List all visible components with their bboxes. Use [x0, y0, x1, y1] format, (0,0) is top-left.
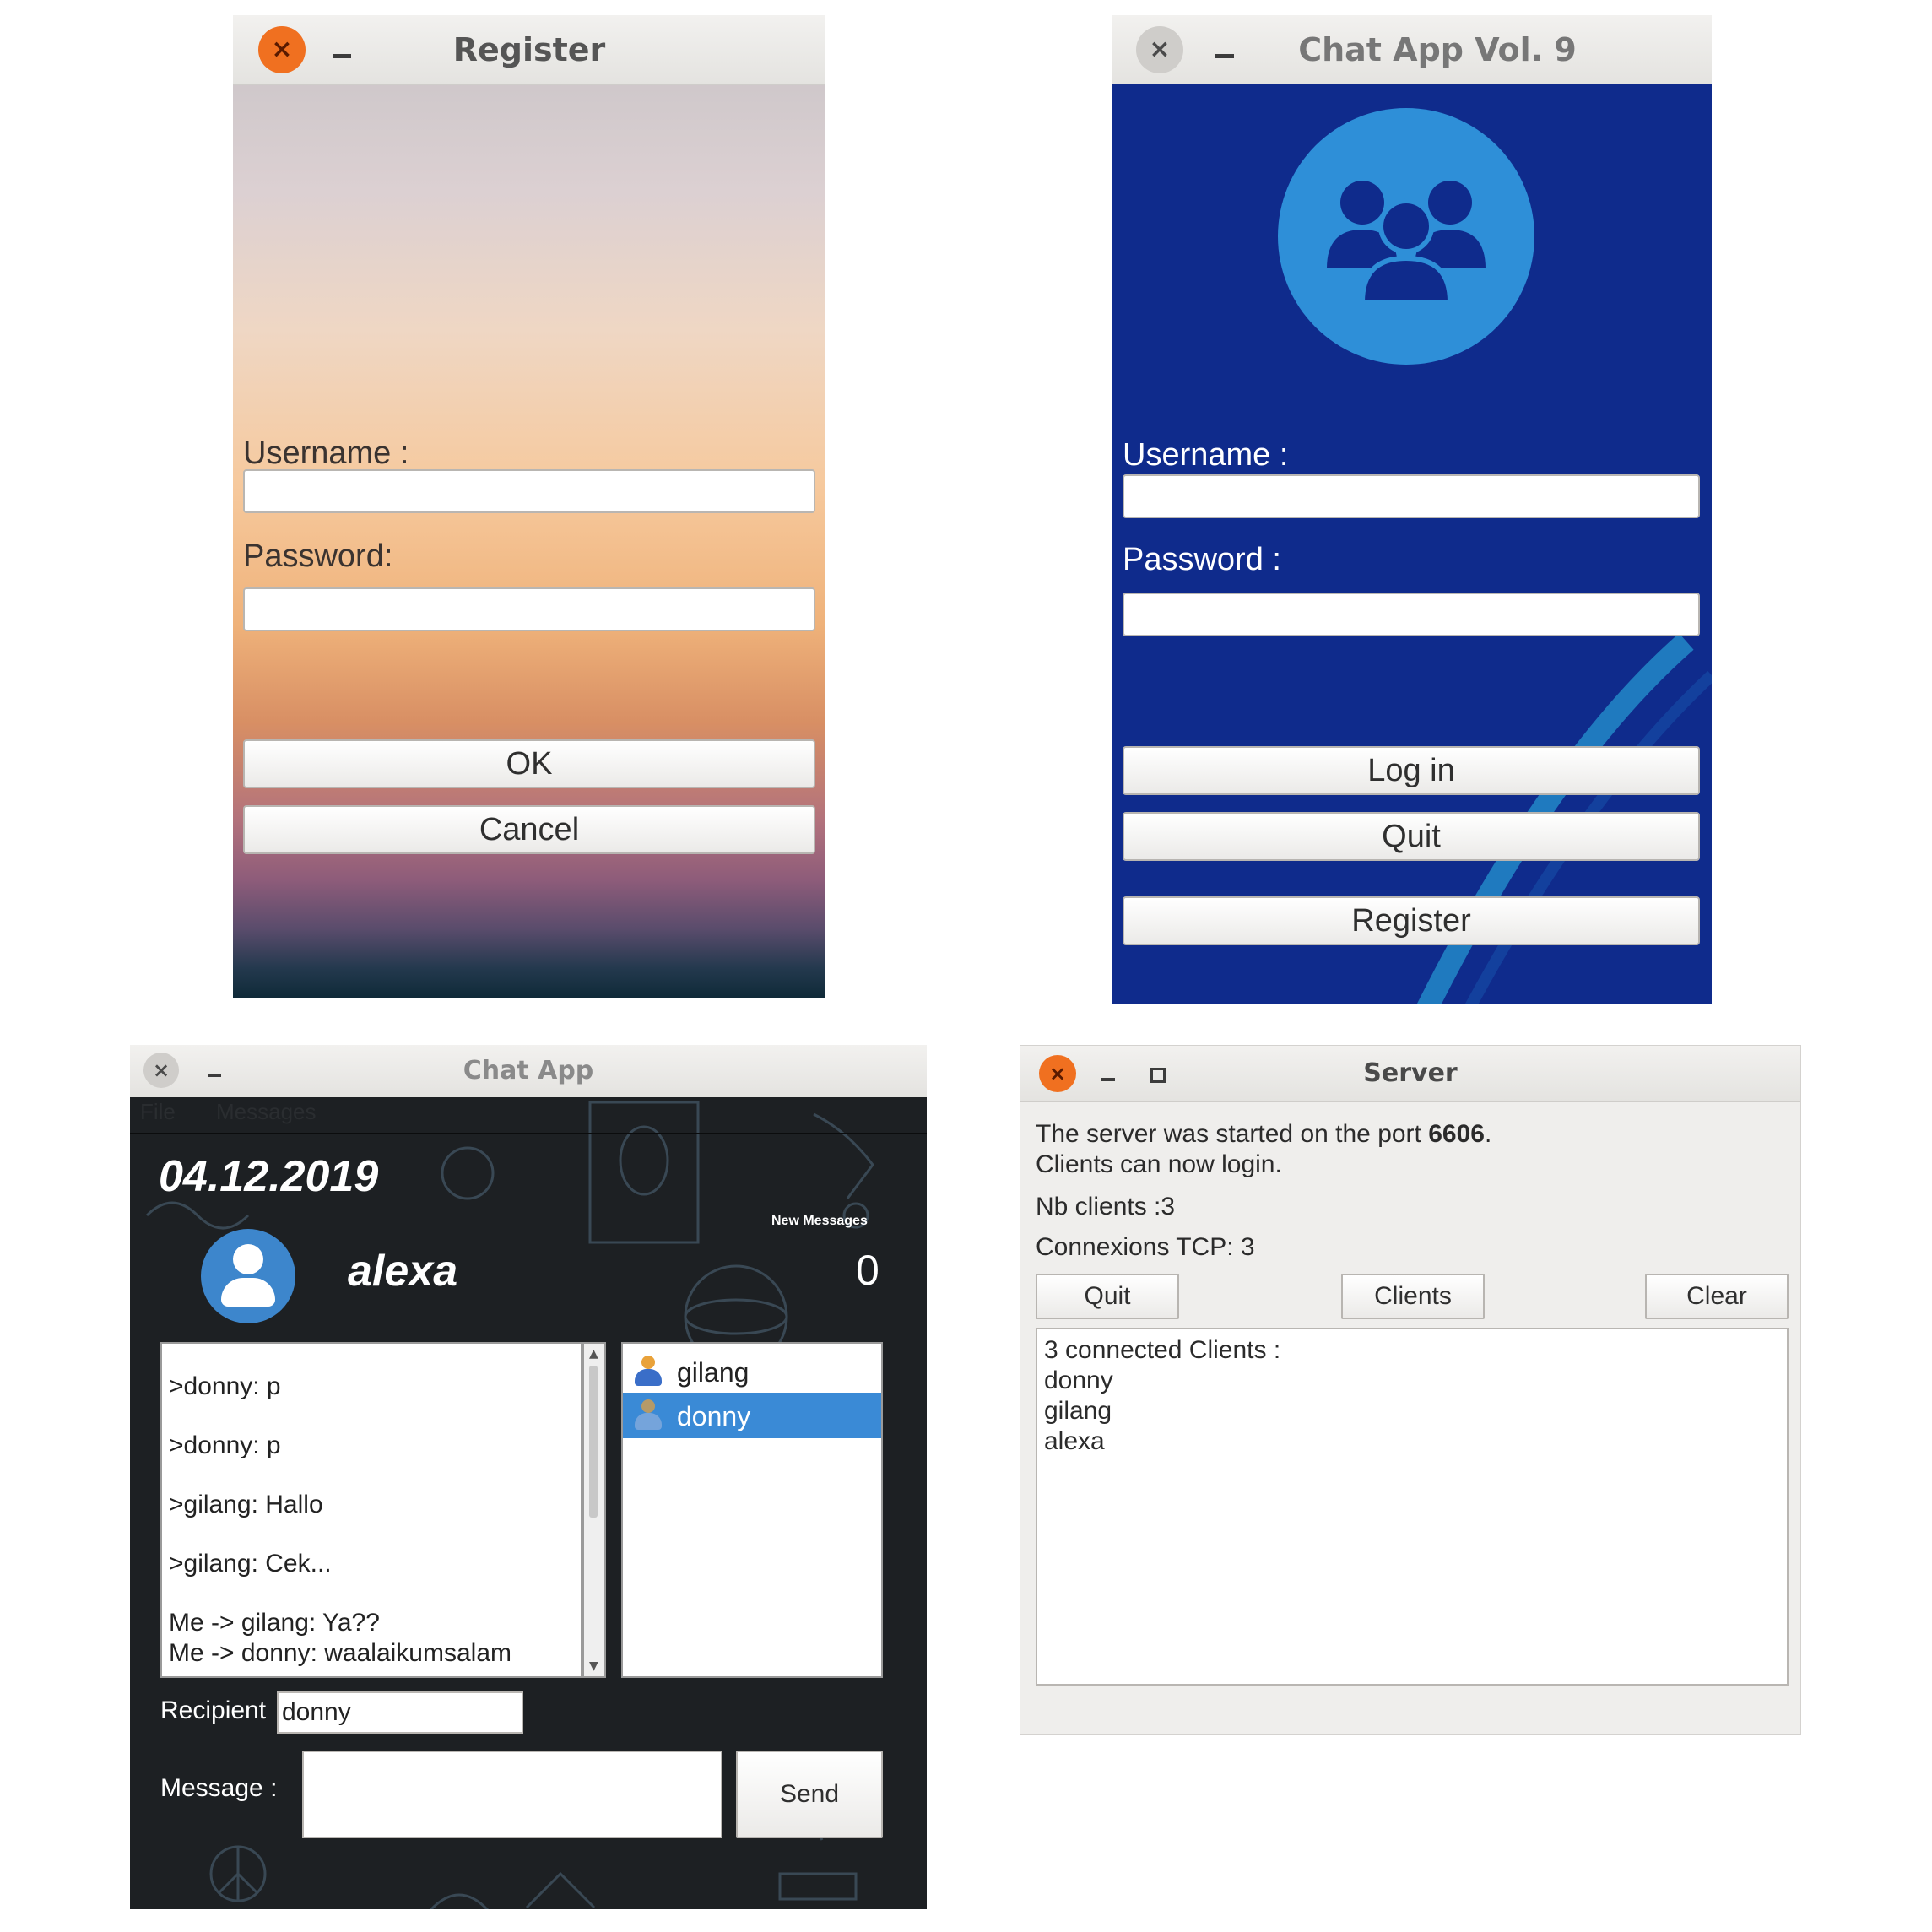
window-title: Chat App: [463, 1056, 594, 1085]
message-input[interactable]: [302, 1751, 722, 1838]
window-title: Chat App Vol. 9: [1298, 31, 1577, 68]
register-button[interactable]: Register: [1123, 896, 1700, 945]
user-name: gilang: [677, 1357, 750, 1388]
log-line: donny: [1044, 1366, 1113, 1394]
chat-window: × Chat App File Messages 04.12.2019 alex…: [130, 1045, 927, 1909]
nb-clients: Nb clients :3: [1036, 1193, 1176, 1220]
user-list-item-selected[interactable]: donny: [623, 1393, 881, 1438]
recipient-label: Recipient: [160, 1697, 267, 1724]
password-field[interactable]: [1123, 593, 1700, 636]
message-line: >gilang: Cek...: [169, 1550, 332, 1578]
user-icon: [633, 1399, 662, 1431]
minimize-icon[interactable]: [1215, 54, 1234, 58]
scroll-up-icon[interactable]: ▲: [589, 1347, 598, 1361]
username-field[interactable]: [243, 469, 815, 513]
message-label: Message :: [160, 1774, 278, 1802]
scrollbar[interactable]: ▲ ▼: [582, 1342, 606, 1678]
recipient-input[interactable]: donny: [277, 1691, 523, 1734]
login-titlebar: × Chat App Vol. 9: [1112, 15, 1712, 85]
log-line: alexa: [1044, 1427, 1105, 1455]
server-status-line2: Clients can now login.: [1036, 1150, 1282, 1178]
username-label: Username :: [243, 436, 409, 471]
tcp-connections: Connexions TCP: 3: [1036, 1233, 1255, 1261]
log-line: 3 connected Clients :: [1044, 1336, 1281, 1364]
status-suffix: .: [1484, 1120, 1492, 1148]
login-button[interactable]: Log in: [1123, 746, 1700, 795]
scroll-down-icon[interactable]: ▼: [589, 1659, 598, 1673]
password-field[interactable]: [243, 587, 815, 631]
server-status-line: The server was started on the port 6606.: [1036, 1120, 1491, 1149]
clear-button[interactable]: Clear: [1645, 1274, 1789, 1319]
password-label: Password :: [1123, 542, 1281, 577]
quit-button[interactable]: Quit: [1123, 812, 1700, 861]
username-display: alexa: [348, 1247, 458, 1296]
log-line: gilang: [1044, 1397, 1112, 1425]
user-name: donny: [677, 1401, 751, 1431]
quit-button[interactable]: Quit: [1036, 1274, 1179, 1319]
window-title: Server: [1363, 1058, 1458, 1088]
message-line: >donny: p: [169, 1431, 281, 1459]
scrollbar-thumb[interactable]: [589, 1366, 598, 1518]
message-line: >donny: p: [169, 1372, 281, 1400]
message-history[interactable]: >donny: p >donny: p >gilang: Hallo >gila…: [160, 1342, 582, 1678]
user-icon: [633, 1356, 662, 1388]
user-list[interactable]: gilang donny: [621, 1342, 883, 1678]
new-messages-label: New Messages: [771, 1214, 868, 1228]
menu-divider: [130, 1133, 927, 1134]
clients-button[interactable]: Clients: [1341, 1274, 1485, 1319]
cancel-button[interactable]: Cancel: [243, 805, 815, 854]
server-titlebar: × Server: [1020, 1046, 1800, 1102]
message-line: Me -> donny: waalaikumsalam: [169, 1639, 512, 1667]
register-window: × Register Username : Password: OK Cance…: [233, 15, 825, 998]
message-line: >gilang: Hallo: [169, 1491, 323, 1518]
login-window: × Chat App Vol. 9 Username : Password : …: [1112, 15, 1712, 1004]
username-label: Username :: [1123, 437, 1289, 473]
username-field[interactable]: [1123, 474, 1700, 518]
register-titlebar: × Register: [233, 15, 825, 85]
server-log[interactable]: 3 connected Clients : donny gilang alexa: [1036, 1328, 1789, 1686]
menu-file[interactable]: File: [140, 1099, 176, 1125]
user-avatar-icon: [201, 1229, 295, 1323]
menu-messages[interactable]: Messages: [216, 1099, 317, 1125]
chat-date: 04.12.2019: [159, 1152, 379, 1201]
new-messages-count: 0: [856, 1247, 879, 1294]
status-prefix: The server was started on the port: [1036, 1120, 1429, 1148]
server-window: × Server The server was started on the p…: [1020, 1045, 1801, 1735]
window-title: Register: [452, 31, 606, 68]
user-list-item[interactable]: gilang: [623, 1350, 881, 1393]
send-button[interactable]: Send: [736, 1751, 883, 1838]
chat-titlebar: × Chat App: [130, 1045, 927, 1098]
close-icon[interactable]: ×: [1136, 26, 1183, 73]
password-label: Password:: [243, 538, 393, 574]
message-line: Me -> gilang: Ya??: [169, 1609, 380, 1637]
group-users-icon: [1278, 108, 1534, 365]
server-port: 6606: [1428, 1120, 1485, 1148]
ok-button[interactable]: OK: [243, 739, 815, 788]
